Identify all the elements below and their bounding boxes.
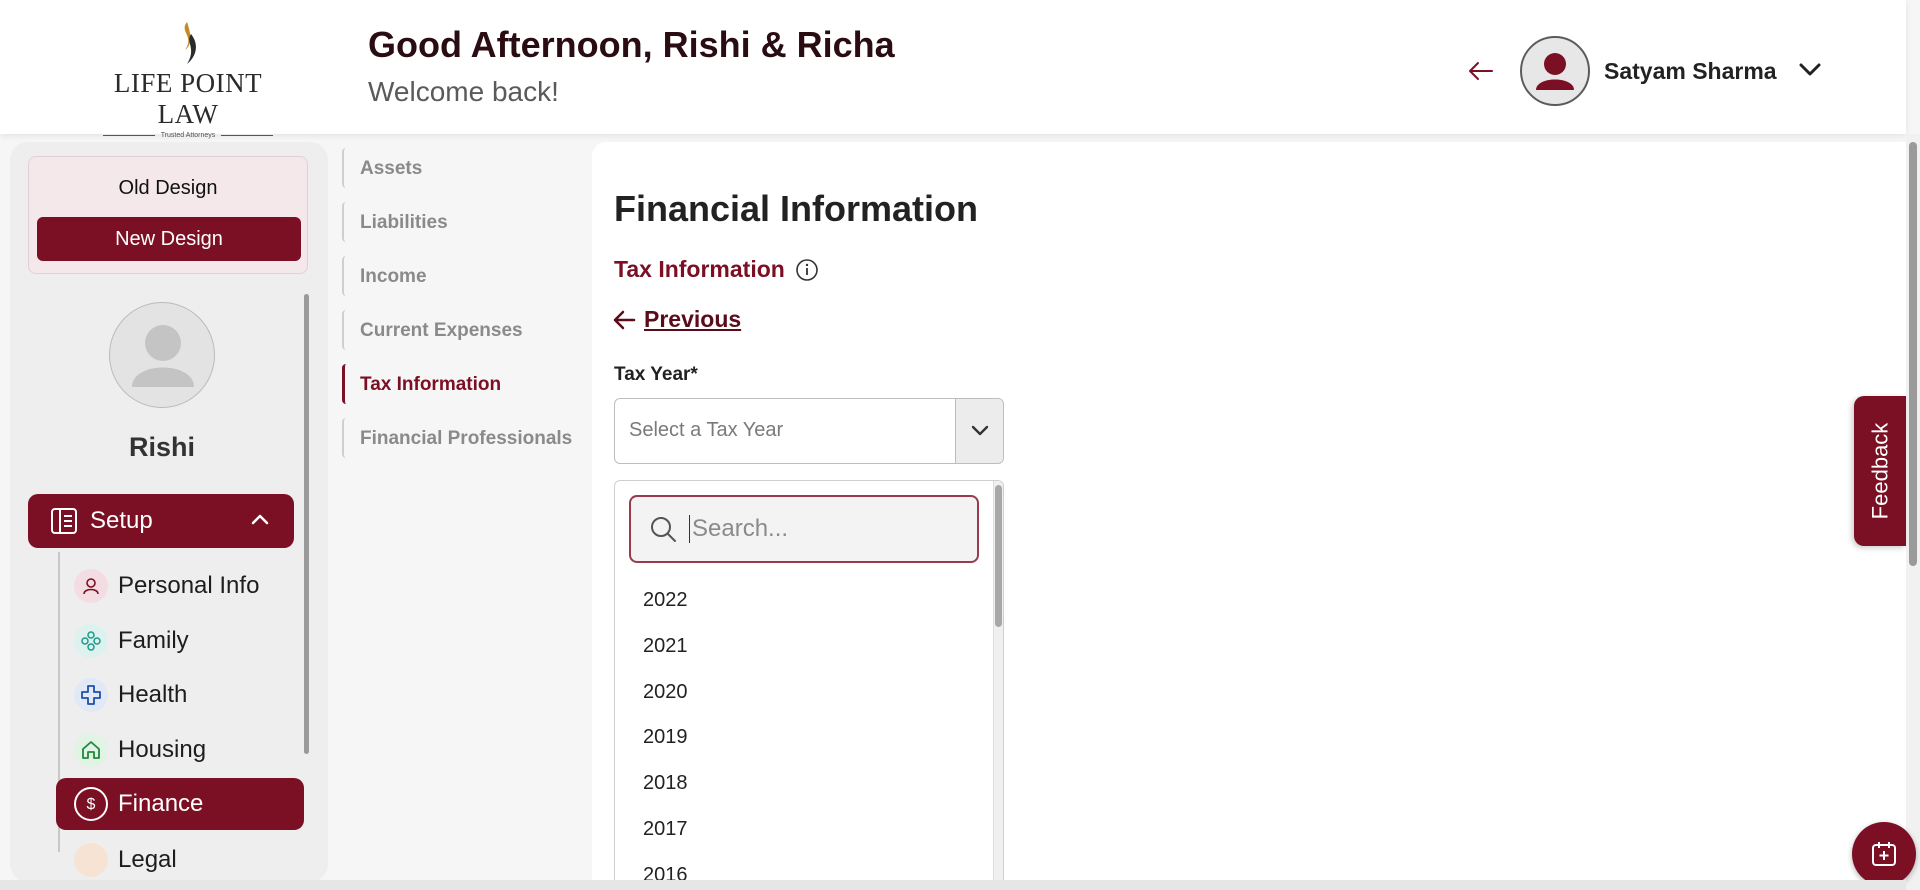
profile-name: Rishi [128,432,195,462]
subnav-income[interactable]: Income [342,250,582,304]
subnav-label: Assets [360,158,423,179]
dropdown-option[interactable]: 2018 [643,772,688,795]
health-cross-icon [74,678,108,712]
sidebar-item-legal[interactable]: Legal [66,834,304,882]
sidebar-item-label: Family [118,627,189,654]
home-icon [74,733,108,767]
previous-link[interactable]: Previous [612,306,741,333]
sidebar-item-finance[interactable]: $ Finance [56,778,304,830]
brand-logo[interactable]: LIFE POINT LAW Trusted Attorneys [86,20,290,139]
dropdown-option[interactable]: 2021 [643,635,688,658]
greeting-heading: Good Afternoon, Rishi & Richa [368,24,895,65]
dropdown-option[interactable]: 2022 [643,589,688,612]
setup-list-icon [51,508,77,534]
dropdown-option[interactable]: 2017 [643,818,688,841]
sidebar-item-family[interactable]: Family [66,615,304,667]
dropdown-option[interactable]: 2020 [643,681,688,704]
calendar-plus-icon [1872,842,1896,866]
subnav-label: Tax Information [360,374,502,395]
chevron-up-icon[interactable] [250,512,270,526]
page-title: Financial Information [614,188,979,229]
subnav-label: Liabilities [360,212,448,233]
dollar-icon: $ [74,787,108,821]
sidebar-item-label: Legal [118,846,177,873]
subnav-label: Financial Professionals [360,428,573,449]
logo-text: LIFE POINT LAW [113,68,263,129]
subnav-current-expenses[interactable]: Current Expenses [342,304,582,358]
subnav-liabilities[interactable]: Liabilities [342,196,582,250]
setup-label: Setup [90,507,153,534]
tax-year-label: Tax Year* [614,364,698,385]
left-sidebar: Old Design New Design Rishi Setup Person… [10,142,328,882]
page-scrollbar-thumb[interactable] [1909,142,1917,566]
financial-subnav: Assets Liabilities Income Current Expens… [342,142,582,466]
sidebar-scrollbar[interactable] [304,294,309,754]
logo-flame-icon [184,22,196,64]
info-icon[interactable] [795,258,819,282]
subnav-financial-professionals[interactable]: Financial Professionals [342,412,582,466]
dropdown-search-box[interactable] [629,495,979,563]
tax-year-dropdown: 2022 2021 2020 2019 2018 2017 2016 [614,480,1004,890]
tax-year-placeholder: Select a Tax Year [629,419,784,441]
bottom-bar [0,880,1906,890]
tax-year-select[interactable]: Select a Tax Year [614,398,1004,464]
design-toggle: Old Design New Design [28,156,308,274]
search-icon [651,517,676,542]
back-arrow-icon[interactable] [1466,56,1496,86]
user-avatar-icon [1536,53,1574,90]
welcome-text: Welcome back! [368,76,559,107]
feedback-button[interactable]: Feedback [1854,396,1906,546]
person-icon [74,569,108,603]
profile-avatar-icon [132,325,194,387]
sidebar-item-housing[interactable]: Housing [66,724,304,776]
subnav-assets[interactable]: Assets [342,142,582,196]
user-avatar[interactable] [1520,36,1590,106]
dropdown-search-input[interactable] [689,515,959,543]
subnav-label: Current Expenses [360,320,523,341]
section-title-text: Tax Information [614,256,785,282]
sidebar-item-label: Housing [118,736,207,763]
chevron-down-icon[interactable] [1796,58,1824,82]
feedback-label: Feedback [1867,422,1892,520]
sidebar-item-label: Personal Info [118,572,260,599]
subnav-tax-information[interactable]: Tax Information [342,358,582,412]
previous-label: Previous [644,306,742,332]
new-design-button[interactable]: New Design [37,217,301,261]
logo-tagline: Trusted Attorneys [86,132,290,139]
user-name[interactable]: Satyam Sharma [1604,58,1777,85]
svg-text:$: $ [87,796,96,813]
section-title: Tax Information [614,256,819,283]
calendar-add-button[interactable] [1852,822,1916,886]
family-icon [74,624,108,658]
setup-section-toggle[interactable]: Setup [28,494,294,548]
dropdown-option[interactable]: 2019 [643,726,688,749]
arrow-left-icon [613,310,636,329]
sidebar-item-personal-info[interactable]: Personal Info [66,560,304,612]
sidebar-item-label: Finance [118,790,204,817]
page-scrollbar[interactable] [1906,134,1920,890]
subnav-label: Income [360,266,427,287]
main-panel: Financial Information Tax Information Pr… [592,142,1912,890]
chevron-down-icon [971,425,988,436]
legal-icon [74,843,108,877]
select-toggle-button[interactable] [955,399,1003,463]
dropdown-scrollbar[interactable] [993,481,1003,889]
top-header: LIFE POINT LAW Trusted Attorneys Good Af… [0,0,1906,139]
profile-avatar[interactable] [109,302,215,408]
sidebar-item-health[interactable]: Health [66,669,304,721]
dropdown-scrollbar-thumb[interactable] [995,485,1002,627]
old-design-button[interactable]: Old Design [29,177,307,200]
sidebar-item-label: Health [118,681,188,708]
